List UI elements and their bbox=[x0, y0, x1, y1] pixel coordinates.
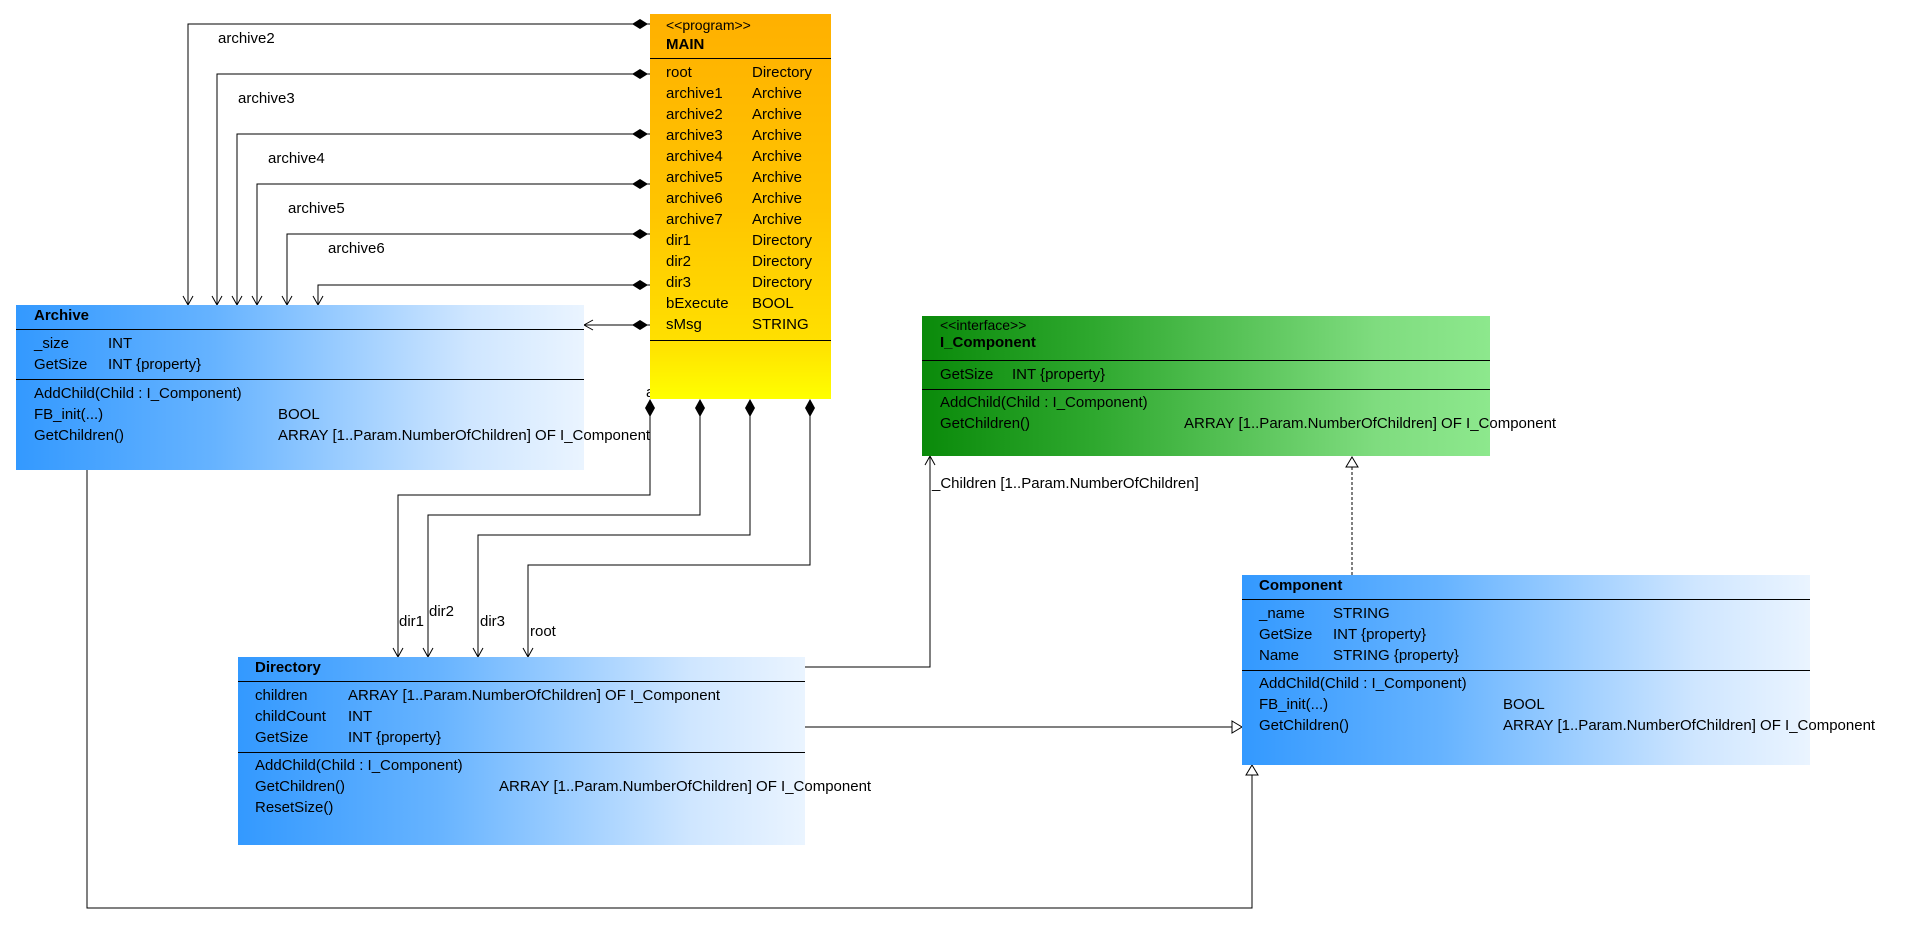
label-archive6: archive6 bbox=[328, 240, 385, 257]
attr-type: ARRAY [1..Param.NumberOfChildren] OF I_C… bbox=[348, 687, 721, 704]
archive-separator-2 bbox=[16, 379, 584, 380]
method-type: BOOL bbox=[278, 406, 320, 423]
method-name: AddChild(Child : I_Component) bbox=[255, 757, 463, 774]
association-children bbox=[805, 454, 936, 668]
attr-type: Directory bbox=[752, 232, 813, 249]
class-component[interactable]: Component _name STRING GetSize INT {prop… bbox=[1242, 575, 1875, 765]
attr-name: dir2 bbox=[666, 253, 692, 270]
attr-type: INT {property} bbox=[348, 729, 442, 746]
directory-separator-2 bbox=[238, 752, 805, 753]
archive-name: Archive bbox=[34, 307, 90, 324]
label-archive4: archive4 bbox=[268, 150, 325, 167]
i-component-separator-2 bbox=[922, 389, 1490, 390]
i-component-separator-1 bbox=[922, 360, 1490, 361]
main-separator-1 bbox=[650, 58, 831, 59]
attr-name: archive7 bbox=[666, 211, 723, 228]
attr-name: bExecute bbox=[666, 295, 729, 312]
class-archive[interactable]: Archive _size INT GetSize INT {property}… bbox=[16, 305, 650, 470]
directory-separator-1 bbox=[238, 681, 805, 682]
attr-name: dir3 bbox=[666, 274, 692, 291]
attr-type: Directory bbox=[752, 64, 813, 81]
method-name: FB_init(...) bbox=[34, 406, 104, 423]
label-children: _Children [1..Param.NumberOfChildren] bbox=[932, 475, 1199, 492]
attr-name: archive2 bbox=[666, 106, 723, 123]
attr-type: Archive bbox=[752, 85, 803, 102]
attr-type: STRING {property} bbox=[1333, 647, 1459, 664]
method-type: ARRAY [1..Param.NumberOfChildren] OF I_C… bbox=[499, 778, 872, 795]
method-name: AddChild(Child : I_Component) bbox=[34, 385, 242, 402]
method-name: GetChildren() bbox=[940, 415, 1031, 432]
attr-type: BOOL bbox=[752, 295, 794, 312]
class-directory[interactable]: Directory children ARRAY [1..Param.Numbe… bbox=[238, 657, 871, 845]
attr-name: GetSize bbox=[255, 729, 309, 746]
attr-type: Archive bbox=[752, 211, 803, 228]
attr-type: Archive bbox=[752, 127, 803, 144]
attr-type: INT {property} bbox=[1333, 626, 1427, 643]
component-name: Component bbox=[1259, 577, 1343, 594]
label-archive5: archive5 bbox=[288, 200, 345, 217]
method-type: ARRAY [1..Param.NumberOfChildren] OF I_C… bbox=[1184, 415, 1557, 432]
method-name: GetChildren() bbox=[1259, 717, 1350, 734]
attr-type: Archive bbox=[752, 106, 803, 123]
interface-i-component[interactable]: <<interface>> I_Component GetSize INT {p… bbox=[922, 316, 1556, 456]
label-archive2: archive2 bbox=[218, 30, 275, 47]
attr-type: STRING bbox=[752, 316, 809, 333]
attr-name: children bbox=[255, 687, 308, 704]
label-dir1: dir1 bbox=[399, 613, 425, 630]
attr-type: STRING bbox=[1333, 605, 1390, 622]
attr-name: archive4 bbox=[666, 148, 723, 165]
attr-type: INT bbox=[348, 708, 373, 725]
attr-name: sMsg bbox=[666, 316, 702, 333]
label-archive3: archive3 bbox=[238, 90, 295, 107]
component-separator-2 bbox=[1242, 670, 1810, 671]
attr-name: GetSize bbox=[1259, 626, 1313, 643]
main-stereotype: <<program>> bbox=[666, 17, 751, 33]
label-root: root bbox=[530, 623, 556, 640]
method-type: ARRAY [1..Param.NumberOfChildren] OF I_C… bbox=[1503, 717, 1876, 734]
attr-name: archive6 bbox=[666, 190, 723, 207]
method-name: GetChildren() bbox=[34, 427, 125, 444]
attr-type: INT {property} bbox=[108, 356, 202, 373]
attr-name: dir1 bbox=[666, 232, 692, 249]
component-separator-1 bbox=[1242, 599, 1810, 600]
attr-name: _size bbox=[34, 335, 70, 352]
main-name: MAIN bbox=[666, 36, 705, 53]
i-component-name: I_Component bbox=[940, 334, 1036, 351]
class-main[interactable]: <<program>> MAIN root Directory archive1… bbox=[650, 14, 831, 399]
composition-diamonds-left bbox=[632, 19, 648, 330]
composition-archive6 bbox=[312, 284, 650, 307]
main-separator-2 bbox=[650, 340, 831, 341]
method-type: BOOL bbox=[1503, 696, 1545, 713]
attr-name: GetSize bbox=[34, 356, 88, 373]
attr-type: Archive bbox=[752, 190, 803, 207]
method-name: GetChildren() bbox=[255, 778, 346, 795]
directory-name: Directory bbox=[255, 659, 321, 676]
method-name: ResetSize() bbox=[255, 799, 334, 816]
attr-type: Directory bbox=[752, 274, 813, 291]
attr-type: Archive bbox=[752, 169, 803, 186]
attr-name: GetSize bbox=[940, 366, 994, 383]
method-type: ARRAY [1..Param.NumberOfChildren] OF I_C… bbox=[278, 427, 651, 444]
attr-name: _name bbox=[1259, 605, 1305, 622]
attr-name: Name bbox=[1259, 647, 1300, 664]
attr-name: archive5 bbox=[666, 169, 723, 186]
method-name: FB_init(...) bbox=[1259, 696, 1329, 713]
i-component-stereotype: <<interface>> bbox=[940, 317, 1027, 333]
label-dir3: dir3 bbox=[480, 613, 506, 630]
attr-name: archive1 bbox=[666, 85, 723, 102]
label-dir2: dir2 bbox=[429, 603, 455, 620]
attr-name: archive3 bbox=[666, 127, 723, 144]
method-name: AddChild(Child : I_Component) bbox=[940, 394, 1148, 411]
attr-type: INT {property} bbox=[1012, 366, 1106, 383]
attr-name: childCount bbox=[255, 708, 326, 725]
attr-type: Archive bbox=[752, 148, 803, 165]
attr-type: Directory bbox=[752, 253, 813, 270]
attr-type: INT bbox=[108, 335, 133, 352]
method-name: AddChild(Child : I_Component) bbox=[1259, 675, 1467, 692]
archive-separator-1 bbox=[16, 329, 584, 330]
composition-archive2 bbox=[211, 73, 650, 307]
attr-name: root bbox=[666, 64, 692, 81]
